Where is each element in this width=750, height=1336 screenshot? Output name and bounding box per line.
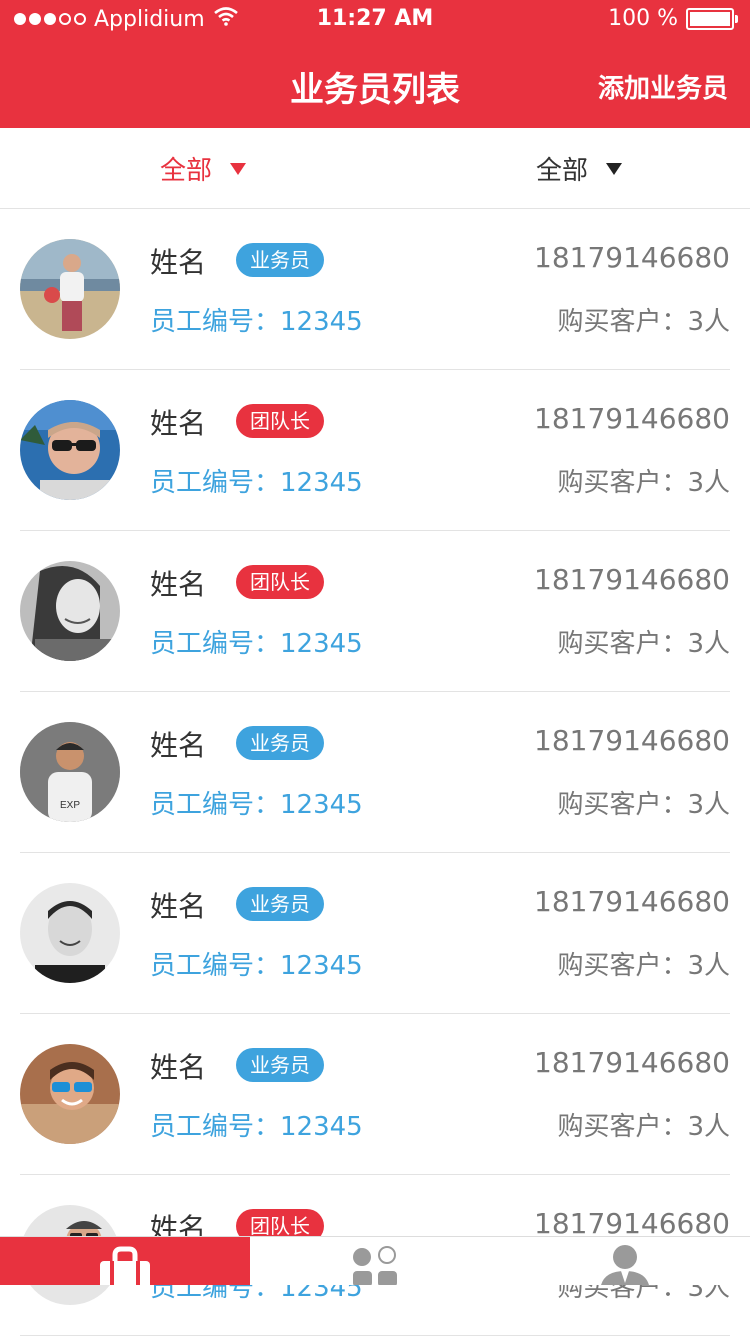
list-item[interactable]: EXP 姓名 业务员 员工编号：12345 18179146680 购买客户：3… — [0, 692, 750, 853]
grid-icon — [353, 1246, 397, 1287]
salesperson-list: 姓名 业务员 员工编号：12345 18179146680 购买客户：3人 姓名… — [0, 209, 750, 1336]
role-badge: 业务员 — [236, 1048, 324, 1082]
employee-number: 员工编号：12345 — [150, 307, 363, 337]
filter-dropdown-right[interactable]: 全部 — [536, 150, 623, 187]
list-item[interactable]: 姓名 团队长 员工编号：12345 18179146680 购买客户：3人 — [0, 370, 750, 531]
list-item[interactable]: 姓名 团队长 员工编号：12345 18179146680 购买客户：3人 — [0, 531, 750, 692]
role-badge: 业务员 — [236, 726, 324, 760]
tab-bar — [0, 1236, 750, 1293]
phone-number: 18179146680 — [534, 241, 730, 274]
avatar — [20, 400, 120, 500]
employee-number: 员工编号：12345 — [150, 468, 363, 498]
tab-profile[interactable] — [500, 1237, 750, 1293]
user-icon — [600, 1245, 650, 1293]
phone-number: 18179146680 — [534, 1046, 730, 1079]
avatar — [20, 883, 120, 983]
add-salesperson-button[interactable]: 添加业务员 — [598, 68, 728, 105]
app-header: Applidium 11:27 AM 100 % 业务员列表 添加业务员 — [0, 0, 750, 128]
status-right: 100 % — [608, 6, 738, 31]
filter-dropdown-left[interactable]: 全部 — [160, 150, 247, 187]
customer-count: 购买客户：3人 — [557, 629, 730, 659]
list-item[interactable]: 姓名 业务员 员工编号：12345 18179146680 购买客户：3人 — [0, 1014, 750, 1175]
employee-number: 员工编号：12345 — [150, 790, 363, 820]
customer-count: 购买客户：3人 — [557, 951, 730, 981]
customer-count: 购买客户：3人 — [557, 307, 730, 337]
status-bar: Applidium 11:27 AM 100 % — [0, 0, 750, 40]
salesperson-name: 姓名 — [150, 407, 207, 440]
salesperson-name: 姓名 — [150, 729, 207, 762]
avatar — [20, 561, 120, 661]
employee-number: 员工编号：12345 — [150, 951, 363, 981]
customer-count: 购买客户：3人 — [557, 790, 730, 820]
customer-count: 购买客户：3人 — [557, 468, 730, 498]
tab-categories[interactable] — [250, 1237, 500, 1287]
battery-icon — [686, 7, 738, 30]
role-badge: 业务员 — [236, 243, 324, 277]
role-badge: 团队长 — [236, 404, 324, 438]
list-item[interactable]: 姓名 业务员 员工编号：12345 18179146680 购买客户：3人 — [0, 209, 750, 370]
phone-number: 18179146680 — [534, 563, 730, 596]
salesperson-name: 姓名 — [150, 246, 207, 279]
battery-label: 100 % — [608, 6, 678, 31]
role-badge: 团队长 — [236, 565, 324, 599]
avatar — [20, 1044, 120, 1144]
avatar: EXP — [20, 722, 120, 822]
list-item[interactable]: 姓名 业务员 员工编号：12345 18179146680 购买客户：3人 — [0, 853, 750, 1014]
role-badge: 业务员 — [236, 887, 324, 921]
salesperson-name: 姓名 — [150, 1051, 207, 1084]
phone-number: 18179146680 — [534, 724, 730, 757]
phone-number: 18179146680 — [534, 885, 730, 918]
avatar — [20, 239, 120, 339]
caret-down-icon — [606, 162, 623, 175]
customer-count: 购买客户：3人 — [557, 1112, 730, 1142]
caret-down-icon — [230, 162, 247, 175]
svg-text:EXP: EXP — [60, 800, 80, 811]
tab-salespeople[interactable] — [0, 1237, 250, 1291]
briefcase-icon — [100, 1246, 150, 1291]
salesperson-name: 姓名 — [150, 568, 207, 601]
filter-label: 全部 — [536, 156, 589, 186]
filter-bar: 全部 全部 — [0, 128, 750, 209]
employee-number: 员工编号：12345 — [150, 629, 363, 659]
salesperson-name: 姓名 — [150, 890, 207, 923]
phone-number: 18179146680 — [534, 402, 730, 435]
employee-number: 员工编号：12345 — [150, 1112, 363, 1142]
filter-label: 全部 — [160, 156, 213, 186]
